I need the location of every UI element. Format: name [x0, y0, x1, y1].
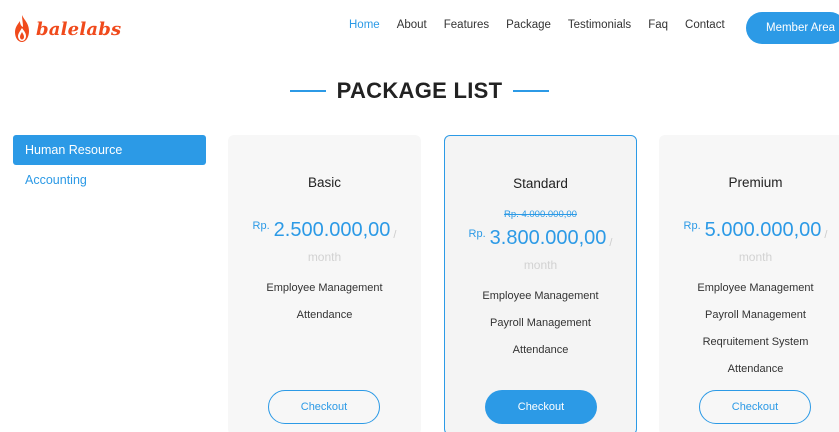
feature-item: Payroll Management: [705, 309, 806, 321]
price-row: Rp. 5.000.000,00 /: [659, 219, 839, 241]
nav-faq[interactable]: Faq: [648, 19, 668, 31]
member-area-button[interactable]: Member Area: [746, 12, 839, 44]
flame-icon: [15, 15, 29, 42]
price-period: month: [523, 258, 558, 272]
package-name: Premium: [728, 175, 783, 190]
price-currency: Rp.: [468, 228, 486, 240]
nav-contact[interactable]: Contact: [685, 19, 725, 31]
price-value: 5.000.000,00: [704, 219, 822, 241]
old-price: Rp. 4.000.000,00: [504, 209, 577, 220]
feature-item: Employee Management: [266, 282, 383, 294]
logo[interactable]: balelabs: [12, 12, 121, 46]
price-period: month: [307, 250, 342, 264]
main-nav: Home About Features Package Testimonials…: [349, 19, 742, 31]
feature-item: Reqruitement System: [702, 336, 809, 348]
title-line-left: [289, 90, 326, 92]
page-title: PACKAGE LIST: [336, 78, 503, 103]
feature-item: Attendance: [512, 344, 569, 356]
price-currency: Rp.: [683, 220, 701, 232]
price-separator: /: [393, 229, 397, 241]
checkout-button-standard[interactable]: Checkout: [485, 390, 597, 424]
package-name: Standard: [513, 176, 568, 191]
price-currency: Rp.: [252, 220, 270, 232]
sidebar-item-accounting[interactable]: Accounting: [13, 165, 206, 195]
section-title: PACKAGE LIST: [0, 78, 839, 104]
package-name: Basic: [307, 175, 341, 190]
nav-package[interactable]: Package: [506, 19, 551, 31]
price-separator: /: [824, 229, 828, 241]
title-line-right: [513, 90, 550, 92]
checkout-button-premium[interactable]: Checkout: [699, 390, 811, 424]
price-period: month: [738, 250, 773, 264]
package-card-standard: Standard Rp. 4.000.000,00 Rp. 3.800.000,…: [444, 135, 637, 432]
price-separator: /: [609, 237, 613, 249]
feature-item: Employee Management: [697, 282, 814, 294]
feature-item: Attendance: [727, 363, 784, 375]
nav-about[interactable]: About: [397, 19, 427, 31]
nav-features[interactable]: Features: [444, 19, 489, 31]
price-row: Rp. 3.800.000,00 /: [445, 227, 636, 249]
nav-testimonials[interactable]: Testimonials: [568, 19, 631, 31]
feature-item: Attendance: [296, 309, 353, 321]
price-row: Rp. 2.500.000,00 /: [228, 219, 421, 241]
nav-home[interactable]: Home: [349, 19, 380, 31]
price-value: 2.500.000,00: [273, 219, 391, 241]
package-card-premium: Premium Rp. 5.000.000,00 / month Employe…: [659, 135, 839, 432]
price-value: 3.800.000,00: [489, 227, 607, 249]
checkout-button-basic[interactable]: Checkout: [268, 390, 380, 424]
package-card-basic: Basic Rp. 2.500.000,00 / month Employee …: [228, 135, 421, 432]
feature-item: Payroll Management: [490, 317, 591, 329]
sidebar-item-human-resource[interactable]: Human Resource: [13, 135, 206, 165]
brand-name: balelabs: [36, 18, 122, 40]
feature-item: Employee Management: [482, 290, 599, 302]
